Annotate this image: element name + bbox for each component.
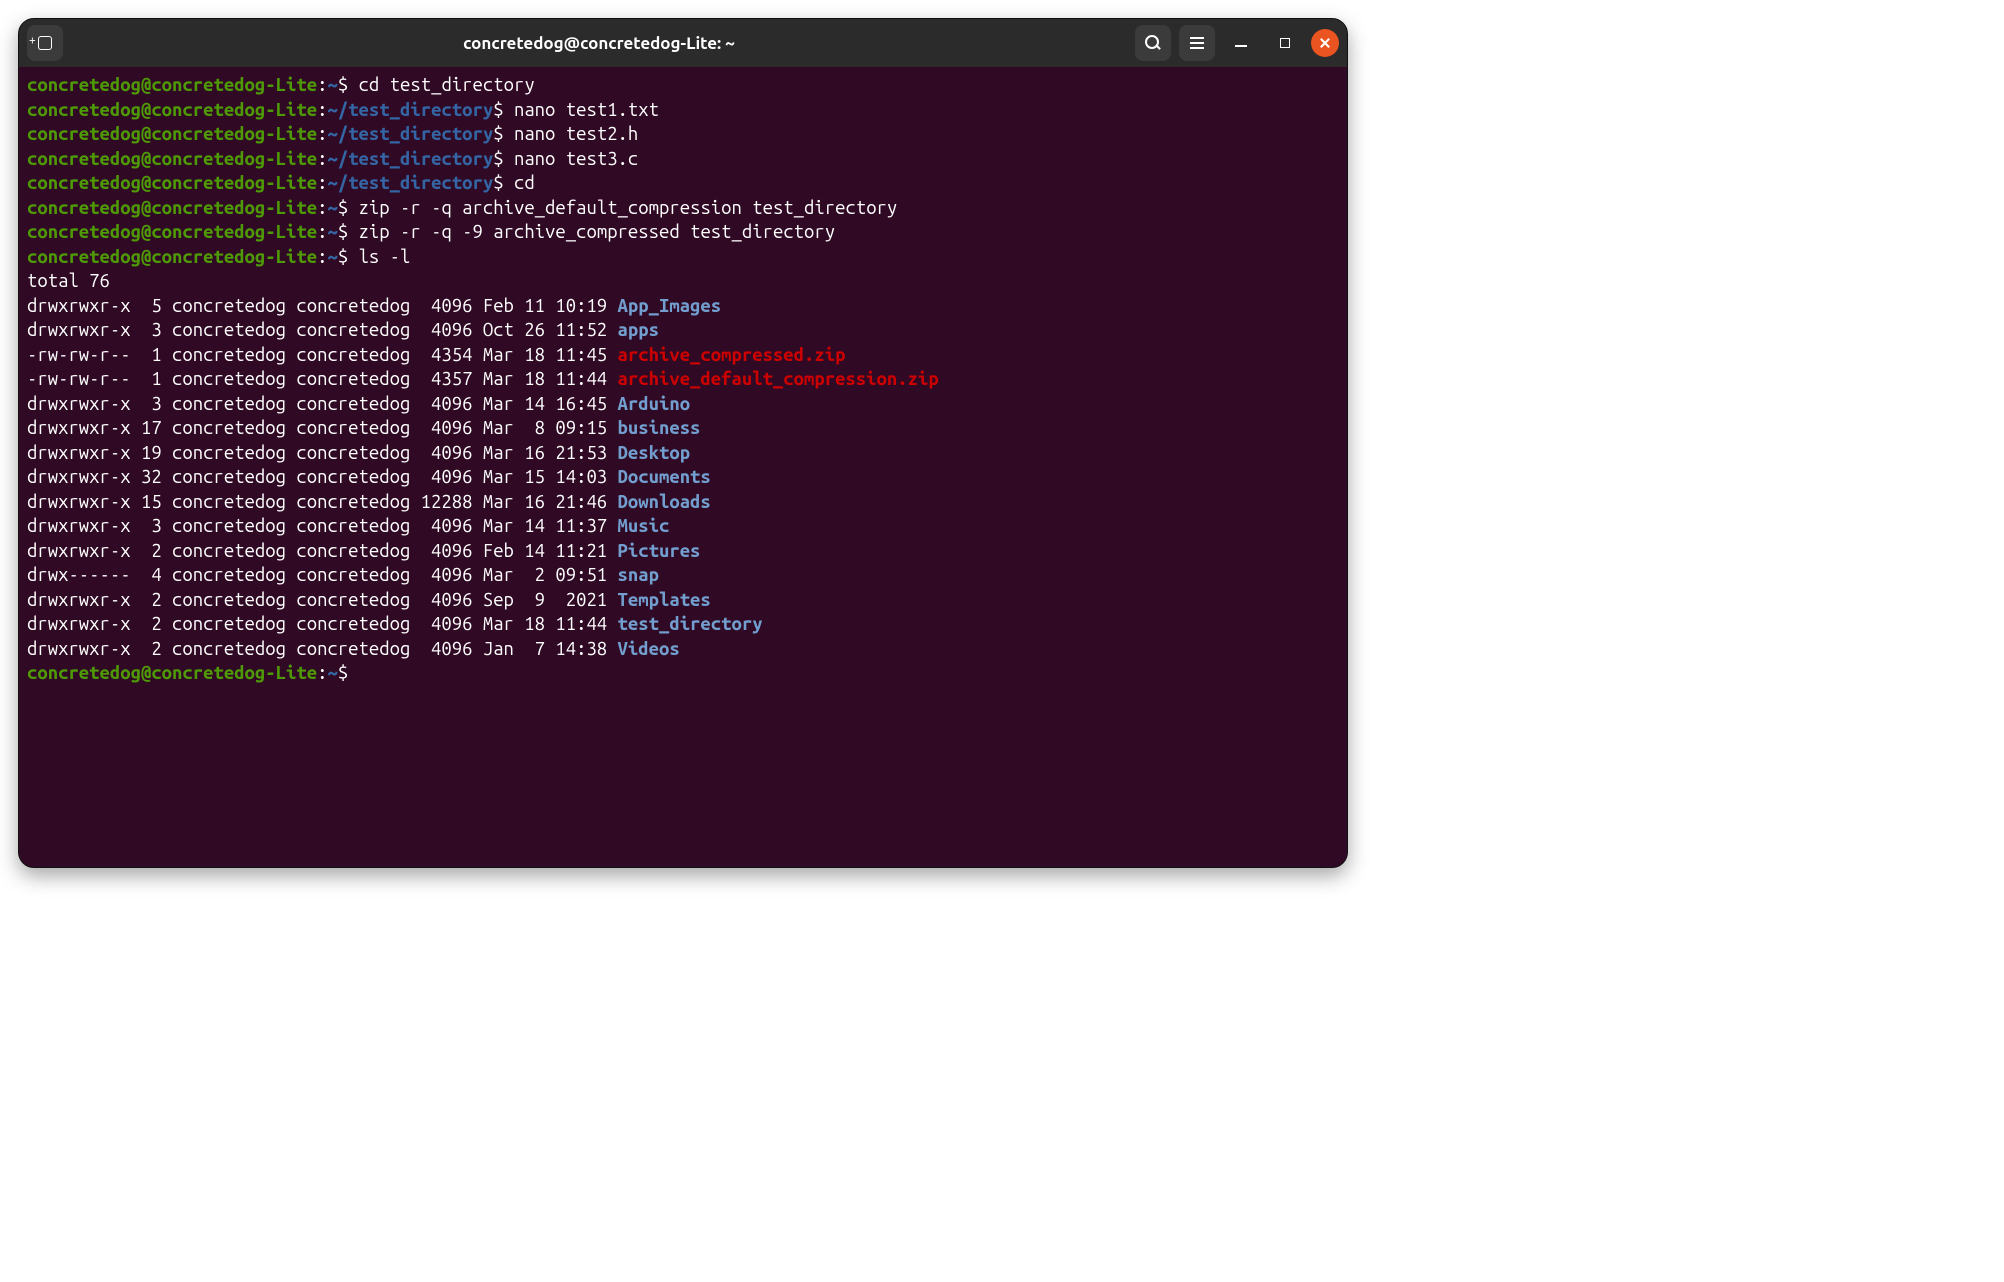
close-icon <box>1319 37 1331 49</box>
new-tab-button[interactable] <box>27 25 63 61</box>
close-button[interactable] <box>1311 29 1339 57</box>
terminal-output[interactable]: concretedog@concretedog-Lite:~$ cd test_… <box>27 73 1339 686</box>
titlebar: concretedog@concretedog-Lite: ~ <box>19 19 1347 67</box>
maximize-icon <box>1280 38 1290 48</box>
search-button[interactable] <box>1135 25 1171 61</box>
hamburger-icon <box>1190 37 1204 49</box>
terminal-scroll-area[interactable]: concretedog@concretedog-Lite:~$ cd test_… <box>19 67 1347 867</box>
terminal-window: concretedog@concretedog-Lite: ~ concrete… <box>18 18 1348 868</box>
minimize-icon <box>1235 45 1247 47</box>
menu-button[interactable] <box>1179 25 1215 61</box>
window-title: concretedog@concretedog-Lite: ~ <box>69 34 1129 53</box>
maximize-button[interactable] <box>1267 25 1303 61</box>
new-tab-icon <box>38 36 52 50</box>
search-icon <box>1145 35 1161 51</box>
minimize-button[interactable] <box>1223 25 1259 61</box>
